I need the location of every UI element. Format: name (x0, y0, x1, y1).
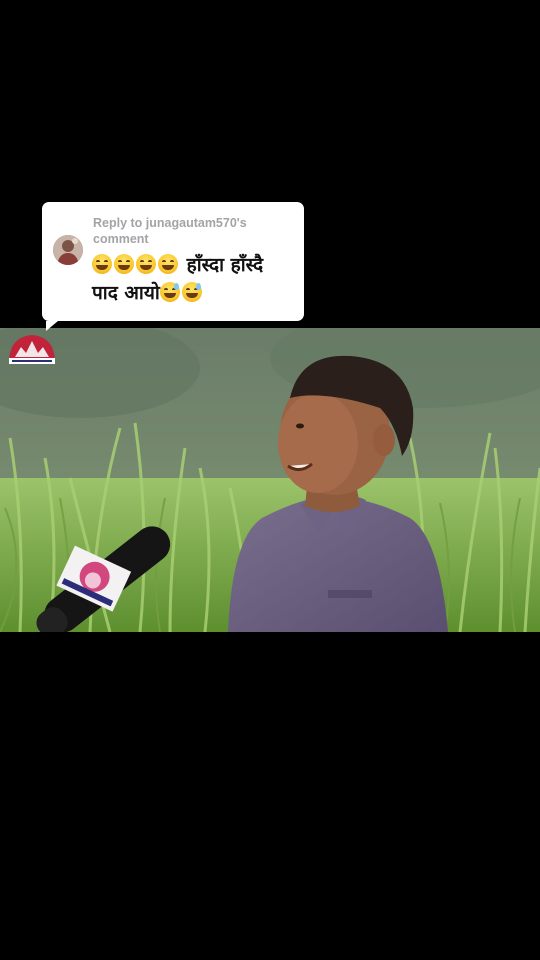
video-frame[interactable] (0, 328, 540, 632)
reply-to-label: Reply to junagautam570's comment (93, 216, 247, 246)
comment-line-2: पाद आयो (92, 279, 297, 307)
grinning-squinting-face-icon (114, 254, 134, 274)
comment-text: हाँस्दा हाँस्दै पाद आयो (92, 251, 297, 307)
comment-line-1-text: हाँस्दा हाँस्दै (186, 254, 264, 276)
comment-line-1: हाँस्दा हाँस्दै (92, 251, 297, 279)
grinning-face-with-sweat-icon (181, 282, 202, 302)
comment-line-2-text: पाद आयो (92, 282, 160, 304)
grinning-squinting-face-icon (136, 254, 156, 274)
grinning-squinting-face-icon (158, 254, 178, 274)
channel-logo-icon (7, 333, 57, 365)
grinning-squinting-face-icon (92, 254, 112, 274)
video-scene (0, 328, 540, 632)
grinning-face-with-sweat-icon (159, 282, 180, 302)
reply-comment-card[interactable]: Reply to junagautam570's comment हाँस्दा… (42, 202, 304, 331)
user-avatar-icon[interactable] (53, 235, 83, 265)
